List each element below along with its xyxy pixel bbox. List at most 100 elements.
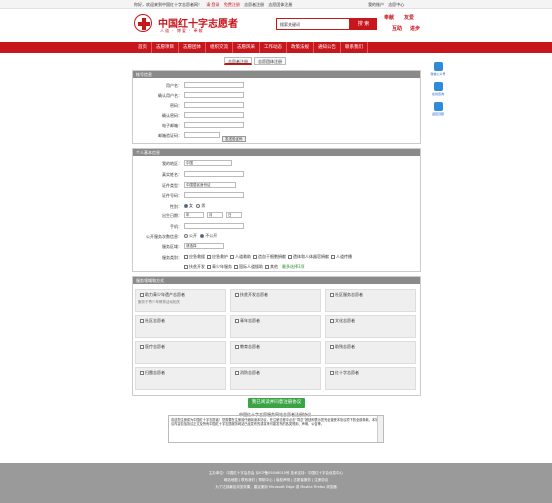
- skill-checkbox[interactable]: [234, 265, 238, 269]
- group-register-link[interactable]: 志愿团体注册: [268, 2, 292, 7]
- service-card[interactable]: 青年志愿者: [230, 315, 321, 338]
- service-card-title: 助力青少年遗产志愿者: [145, 292, 185, 297]
- skill-checkbox[interactable]: [207, 255, 211, 259]
- tab-group[interactable]: 志愿团体注册: [254, 57, 286, 65]
- nav-item[interactable]: 组织交流: [206, 42, 233, 53]
- birth-month-select[interactable]: 月: [207, 212, 223, 218]
- service-checkbox[interactable]: [140, 371, 144, 375]
- service-checkbox[interactable]: [235, 345, 239, 349]
- skill-checkbox[interactable]: [207, 265, 211, 269]
- nav-item[interactable]: 联系我们: [341, 42, 368, 53]
- account-field-input[interactable]: [184, 132, 220, 138]
- service-checkbox[interactable]: [330, 319, 334, 323]
- side-wechat[interactable]: 微信公众号: [430, 62, 446, 80]
- service-card[interactable]: 文化志愿者: [325, 315, 416, 338]
- skill-checkbox[interactable]: [184, 255, 188, 259]
- gender-female-radio[interactable]: [184, 204, 188, 208]
- register-link[interactable]: 免费注册: [224, 2, 240, 7]
- service-checkbox[interactable]: [330, 345, 334, 349]
- service-checkbox[interactable]: [140, 345, 144, 349]
- volunteer-register-link[interactable]: 志愿者注册: [244, 2, 264, 7]
- footer-line-2[interactable]: 网站地图 | 联系我们 | 帮助中心 | 版权声明 | 志愿者服务 | 注册协议: [0, 478, 552, 483]
- service-checkbox[interactable]: [140, 293, 144, 297]
- terms-box[interactable]: 欢迎您注册成为中国红十字志愿者！您需要在注册前仔细阅读本协议，在注册过程中点击“…: [168, 415, 384, 443]
- name-input[interactable]: [184, 171, 244, 177]
- up-arrow-icon: [433, 102, 443, 111]
- skill-checkbox[interactable]: [184, 265, 188, 269]
- red-cross-logo[interactable]: [134, 14, 152, 32]
- service-card-title: 消防志愿者: [240, 370, 260, 375]
- skill-checkbox[interactable]: [253, 255, 257, 259]
- service-card[interactable]: 医疗志愿者: [135, 341, 226, 364]
- service-card[interactable]: 红十字志愿者: [325, 367, 416, 390]
- account-link[interactable]: 我的账户: [368, 2, 384, 7]
- search-button[interactable]: 搜 索: [350, 18, 377, 30]
- idtype-select[interactable]: 中国居民身份证: [184, 182, 236, 188]
- search-input[interactable]: 搜索关键词: [276, 18, 350, 30]
- tab-volunteer[interactable]: 志愿者注册: [224, 57, 252, 65]
- area-label: 服务区域：: [162, 244, 182, 249]
- account-field-input[interactable]: [184, 112, 244, 118]
- skill-note: 最多选择3项: [282, 264, 305, 269]
- service-card[interactable]: 消防志愿者: [230, 367, 321, 390]
- service-card[interactable]: 扫雷志愿者: [135, 367, 226, 390]
- phone-row: 手机：: [132, 223, 182, 230]
- idno-input[interactable]: [184, 192, 244, 198]
- send-code-button[interactable]: 发送验证码: [222, 136, 246, 142]
- account-field-input[interactable]: [184, 102, 244, 108]
- side-top[interactable]: 返回顶部: [430, 102, 446, 120]
- area-select[interactable]: 请选择: [184, 243, 224, 249]
- skill-label: 造血干细胞捐献: [258, 254, 286, 259]
- nav-item[interactable]: 首页: [134, 42, 152, 53]
- agree-submit-button[interactable]: 我已阅读并同意注册协议: [248, 398, 305, 408]
- top-bar-left: 你好，欢迎来到中国红十字志愿者网！ 请 登录 免费注册 志愿者注册 志愿团体注册: [134, 2, 295, 8]
- nav-item[interactable]: 志愿项目: [152, 42, 179, 53]
- service-card[interactable]: 扶贫开发志愿者: [230, 289, 321, 312]
- login-link[interactable]: 请 登录: [206, 2, 219, 7]
- nav-item[interactable]: 通知公告: [314, 42, 341, 53]
- birth-year-select[interactable]: 年: [184, 212, 204, 218]
- account-field-input[interactable]: [184, 92, 244, 98]
- service-card[interactable]: 社区服务志愿者: [325, 289, 416, 312]
- account-field-label: 确认用户名：: [158, 93, 182, 98]
- account-field-label: 用户名：: [166, 83, 182, 88]
- service-card-title: 医疗志愿者: [145, 344, 165, 349]
- nav-item[interactable]: 志愿风采: [233, 42, 260, 53]
- register-tabs: 志愿者注册 志愿团体注册: [224, 57, 288, 65]
- skill-checkbox[interactable]: [288, 255, 292, 259]
- terms-scrollbar[interactable]: [377, 416, 383, 442]
- nav-item[interactable]: 政策法规: [287, 42, 314, 53]
- service-card-title: 社区志愿者: [145, 318, 165, 323]
- skill-checkbox[interactable]: [230, 255, 234, 259]
- side-float-bar: 微信公众号 在线咨询 返回顶部: [430, 62, 446, 122]
- account-field-input[interactable]: [184, 82, 244, 88]
- service-checkbox[interactable]: [235, 371, 239, 375]
- region-select[interactable]: 中国: [184, 160, 232, 166]
- region-label: 我的地区：: [162, 161, 182, 166]
- nav-item[interactable]: 志愿团体: [179, 42, 206, 53]
- nav-item[interactable]: 工作动态: [260, 42, 287, 53]
- gender-male-radio[interactable]: [196, 204, 201, 208]
- service-card[interactable]: 助残志愿者: [325, 341, 416, 364]
- service-checkbox[interactable]: [330, 371, 334, 375]
- service-card[interactable]: 教育志愿者: [230, 341, 321, 364]
- side-consult[interactable]: 在线咨询: [430, 82, 446, 100]
- birth-day-select[interactable]: 日: [226, 212, 242, 218]
- service-checkbox[interactable]: [140, 319, 144, 323]
- phone-input[interactable]: [184, 223, 244, 229]
- service-card[interactable]: 助力青少年遗产志愿者 服务于青少年教育活动相关: [135, 289, 226, 312]
- account-field-input[interactable]: [184, 122, 244, 128]
- service-card-title-row: 医疗志愿者: [138, 344, 223, 350]
- service-card[interactable]: 社区志愿者: [135, 315, 226, 338]
- center-link[interactable]: 志愿中心: [388, 2, 404, 7]
- skill-label: 应急救援: [189, 254, 205, 259]
- skill-checkbox[interactable]: [331, 255, 335, 259]
- service-checkbox[interactable]: [330, 293, 334, 297]
- skill-checkbox[interactable]: [265, 265, 269, 269]
- public-yes-radio[interactable]: [184, 234, 188, 238]
- service-checkbox[interactable]: [235, 319, 239, 323]
- name-row: 真实姓名：: [132, 171, 182, 178]
- side-consult-label: 在线咨询: [431, 92, 444, 96]
- public-no-radio[interactable]: [200, 234, 205, 238]
- service-checkbox[interactable]: [235, 293, 239, 297]
